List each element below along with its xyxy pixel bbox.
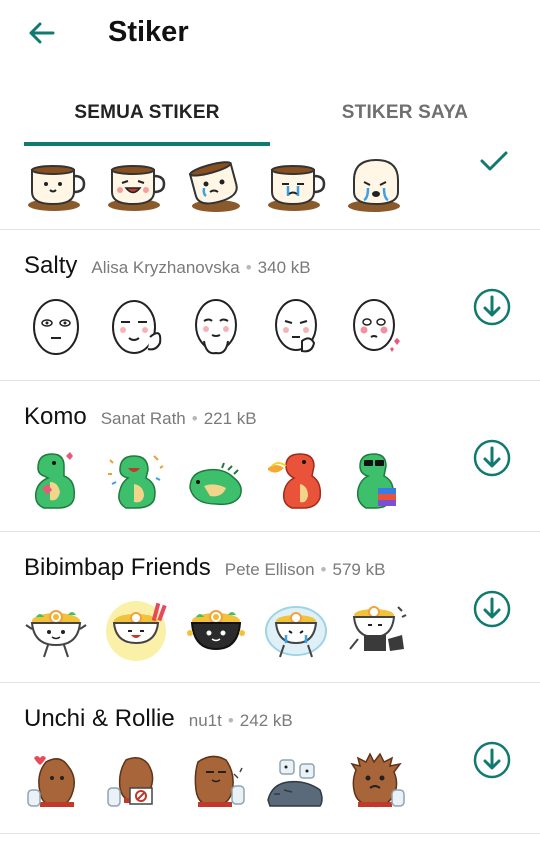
sticker-pack-salty[interactable]: Salty Alisa Kryzhanovska • 340 kB — [0, 230, 540, 381]
pack-name: Komo — [24, 403, 87, 430]
pack-header: Salty Alisa Kryzhanovska • 340 kB — [24, 252, 311, 280]
pack-name: Unchi & Rollie — [24, 705, 175, 732]
meta-separator: • — [245, 258, 252, 277]
pack-header: Bibimbap Friends Pete Ellison • 579 kB — [24, 554, 385, 582]
pack-size: 242 kB — [239, 711, 293, 730]
meta-separator: • — [227, 711, 234, 730]
pack-name: Bibimbap Friends — [24, 554, 211, 581]
sticker-thumbnail — [348, 158, 400, 212]
download-button[interactable] — [472, 589, 512, 629]
installed-sticker-pack[interactable] — [0, 146, 540, 230]
sticker-thumbnail — [108, 165, 166, 211]
sticker-thumbnail — [189, 462, 242, 506]
installed-check-icon — [474, 146, 514, 176]
back-button[interactable] — [22, 14, 60, 52]
pack-size: 340 kB — [257, 258, 311, 277]
sticker-thumbnail — [188, 161, 240, 212]
sticker-thumbnail — [194, 755, 245, 807]
tab-bar: SEMUA STIKER STIKER SAYA — [0, 84, 540, 146]
tab-my-stickers[interactable]: STIKER SAYA — [270, 84, 540, 142]
pack-size: 579 kB — [332, 560, 386, 579]
sticker-preview-row — [24, 152, 408, 216]
pack-author: nu1t — [188, 711, 222, 730]
tab-all-stickers[interactable]: SEMUA STIKER — [12, 84, 282, 142]
sticker-thumbnail — [33, 299, 79, 355]
download-button[interactable] — [472, 438, 512, 478]
page-title: Stiker — [108, 16, 189, 48]
download-button[interactable] — [472, 740, 512, 780]
app-bar: Stiker — [0, 0, 540, 64]
sticker-thumbnail — [112, 300, 162, 354]
pack-header: Komo Sanat Rath • 221 kB — [24, 403, 257, 431]
pack-name: Salty — [24, 252, 78, 279]
meta-separator: • — [320, 560, 327, 579]
sticker-preview-row — [24, 297, 408, 361]
sticker-thumbnail — [25, 610, 87, 658]
pack-author: Alisa Kryzhanovska — [91, 258, 240, 277]
meta-separator: • — [191, 409, 198, 428]
sticker-preview-row — [24, 448, 408, 512]
pack-header: Unchi & Rollie nu1t • 242 kB — [24, 705, 293, 733]
sticker-thumbnail — [265, 606, 327, 658]
pack-size: 221 kB — [203, 409, 257, 428]
sticker-thumbnail — [28, 165, 86, 211]
sticker-thumbnail — [108, 455, 164, 509]
download-button[interactable] — [472, 287, 512, 327]
sticker-thumbnail — [353, 299, 400, 352]
sticker-thumbnail — [27, 756, 75, 807]
sticker-thumbnail — [275, 299, 317, 353]
sticker-preview-row — [24, 599, 408, 663]
pack-author: Sanat Rath — [100, 409, 186, 428]
sticker-thumbnail — [268, 165, 326, 211]
sticker-pack-bibimbap-friends[interactable]: Bibimbap Friends Pete Ellison • 579 kB — [0, 532, 540, 683]
sticker-thumbnail — [195, 299, 237, 355]
arrow-left-icon — [29, 22, 55, 44]
sticker-thumbnail — [267, 759, 323, 807]
pack-author: Pete Ellison — [224, 560, 315, 579]
sticker-preview-row — [24, 750, 408, 814]
sticker-thumbnail — [356, 453, 396, 509]
sticker-thumbnail — [34, 452, 76, 509]
sticker-pack-komo[interactable]: Komo Sanat Rath • 221 kB — [0, 381, 540, 532]
sticker-pack-unchi-rollie[interactable]: Unchi & Rollie nu1t • 242 kB — [0, 683, 540, 834]
sticker-thumbnail — [268, 453, 322, 509]
sticker-thumbnail — [349, 606, 407, 651]
sticker-thumbnail — [106, 601, 167, 661]
sticker-thumbnail — [187, 610, 245, 651]
sticker-thumbnail — [350, 752, 405, 808]
sticker-thumbnail — [107, 757, 154, 807]
